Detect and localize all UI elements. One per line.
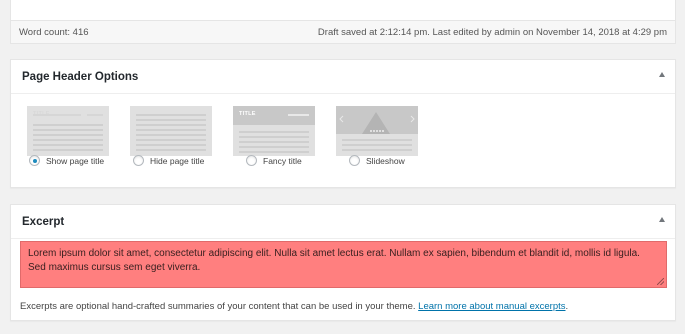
slideshow-image-icon (339, 112, 415, 134)
option-label: Fancy title (263, 155, 302, 166)
learn-more-excerpts-link[interactable]: Learn more about manual excerpts (418, 301, 565, 312)
slideshow-radio-row[interactable]: Slideshow (349, 155, 405, 166)
show-page-title-thumbnail[interactable]: TITLE (27, 106, 109, 156)
option-label: Show page title (46, 155, 105, 166)
show-page-title-radio-row[interactable]: Show page title (29, 155, 104, 166)
option-slideshow[interactable]: Slideshow (336, 106, 418, 166)
arrow-up-icon[interactable] (659, 72, 665, 77)
option-show-page-title[interactable]: TITLE Show page title (27, 106, 109, 166)
option-hide-page-title[interactable]: Hide page title (130, 106, 212, 166)
page-header-options-title: Page Header Options (22, 70, 139, 83)
page-header-options-box: Page Header Options TITLE Show page titl… (10, 59, 676, 188)
radio-icon[interactable] (246, 155, 257, 166)
thumbnail-title-text: TITLE (239, 111, 256, 117)
hide-page-title-radio-row[interactable]: Hide page title (133, 155, 204, 166)
excerpt-help: Excerpts are optional hand-crafted summa… (20, 301, 568, 312)
excerpt-header[interactable]: Excerpt (11, 205, 675, 239)
excerpt-help-suffix: . (565, 301, 569, 312)
excerpt-title: Excerpt (22, 215, 65, 228)
editor-status-bar: Word count: 416 Draft saved at 2:12:14 p… (11, 20, 675, 43)
draft-saved-status: Draft saved at 2:12:14 pm. Last edited b… (317, 26, 667, 38)
page-header-option-list: TITLE Show page title (27, 106, 675, 186)
word-count: Word count: 416 (19, 26, 89, 38)
radio-icon[interactable] (133, 155, 144, 166)
arrow-up-icon[interactable] (659, 217, 665, 222)
slideshow-thumbnail[interactable] (336, 106, 418, 156)
hide-page-title-thumbnail[interactable] (130, 106, 212, 156)
editor-box: Word count: 416 Draft saved at 2:12:14 p… (10, 0, 676, 44)
resize-grip-icon[interactable] (657, 278, 664, 285)
radio-icon[interactable] (349, 155, 360, 166)
option-fancy-title[interactable]: TITLE Fancy title (233, 106, 315, 166)
radio-icon[interactable] (29, 155, 40, 166)
excerpt-text: Lorem ipsum dolor sit amet, consectetur … (28, 248, 640, 273)
fancy-title-thumbnail[interactable]: TITLE (233, 106, 315, 156)
option-label: Hide page title (150, 155, 205, 166)
excerpt-help-text: Excerpts are optional hand-crafted summa… (20, 301, 416, 312)
excerpt-box: Excerpt Lorem ipsum dolor sit amet, cons… (10, 204, 676, 321)
excerpt-textarea[interactable]: Lorem ipsum dolor sit amet, consectetur … (20, 241, 667, 288)
page-header-options-header[interactable]: Page Header Options (11, 60, 675, 94)
fancy-title-radio-row[interactable]: Fancy title (246, 155, 302, 166)
option-label: Slideshow (366, 155, 405, 166)
